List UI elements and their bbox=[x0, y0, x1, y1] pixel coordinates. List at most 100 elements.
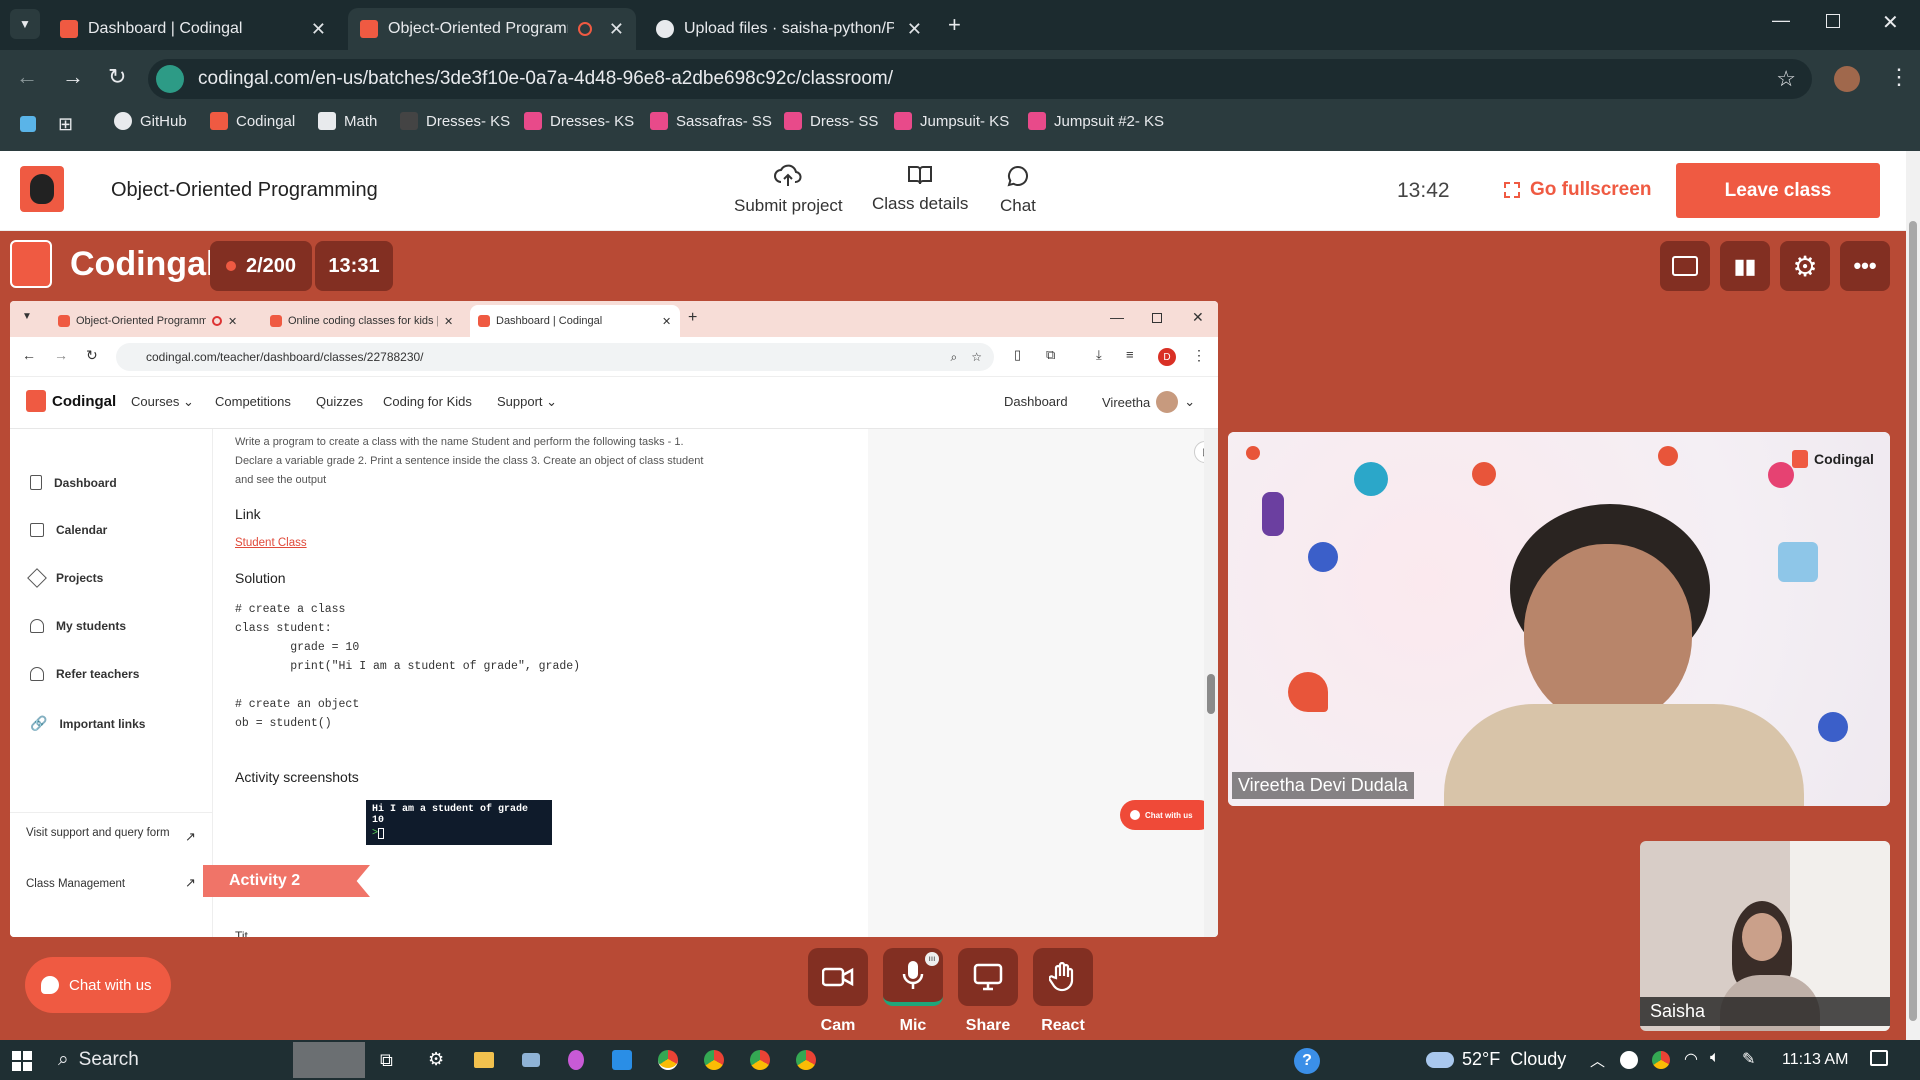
bookmark-github[interactable]: GitHub bbox=[114, 112, 187, 130]
sidebar-item-projects[interactable]: Projects bbox=[27, 568, 103, 588]
tab-list-dropdown[interactable]: ▼ bbox=[10, 9, 40, 39]
bookmark-dresses-ks-2[interactable]: Dresses- KS bbox=[524, 112, 634, 130]
puzzle-icon[interactable]: ⧉ bbox=[1046, 347, 1055, 363]
grid-icon[interactable]: ⊞ bbox=[58, 114, 73, 135]
shared-tab-dashboard[interactable]: Dashboard | Codingal ✕ bbox=[470, 305, 680, 337]
forward-button[interactable]: → bbox=[54, 347, 68, 363]
chat-with-us-button[interactable]: Chat with us bbox=[25, 957, 171, 1013]
share-button[interactable] bbox=[958, 948, 1018, 1006]
shared-tab-oop[interactable]: Object-Oriented Programm ✕ bbox=[50, 305, 260, 337]
browser-menu-icon[interactable]: ⋮ bbox=[1888, 64, 1910, 90]
shared-address-bar[interactable]: codingal.com/teacher/dashboard/classes/2… bbox=[116, 343, 994, 371]
site-logo[interactable]: Codingal bbox=[26, 390, 116, 412]
bookmark-dresses-ks-1[interactable]: Dresses- KS bbox=[400, 112, 510, 130]
minimize-window-button[interactable]: — bbox=[1110, 309, 1124, 325]
shared-tab-online-classes[interactable]: Online coding classes for kids | ✕ bbox=[262, 305, 467, 337]
restore-window-button[interactable] bbox=[1826, 14, 1840, 28]
bookmark-dress-ss[interactable]: Dress- SS bbox=[784, 112, 878, 130]
scrollbar-thumb[interactable] bbox=[1909, 221, 1917, 1021]
zoom-icon[interactable]: ⌕ bbox=[951, 350, 958, 365]
cam-button[interactable] bbox=[808, 948, 868, 1006]
nav-competitions[interactable]: Competitions bbox=[215, 394, 291, 409]
forward-button[interactable]: → bbox=[62, 64, 84, 90]
submit-project-button[interactable]: Submit project bbox=[734, 164, 843, 216]
wifi-icon[interactable]: ◠ bbox=[1684, 1049, 1698, 1069]
extensions-icon[interactable]: ▯ bbox=[1014, 347, 1021, 363]
browser-tab-active[interactable]: Object-Oriented Programm ✕ bbox=[348, 8, 636, 50]
profile-avatar[interactable] bbox=[1834, 66, 1860, 92]
vscode-icon[interactable] bbox=[612, 1050, 632, 1070]
address-bar[interactable]: codingal.com/en-us/batches/3de3f10e-0a7a… bbox=[148, 59, 1812, 99]
leave-class-button[interactable]: Leave class bbox=[1676, 163, 1880, 218]
taskbar-thumbnail[interactable] bbox=[293, 1042, 365, 1078]
chat-button[interactable]: Chat bbox=[1000, 164, 1036, 216]
bookmark-jumpsuit-2-ks[interactable]: Jumpsuit #2- KS bbox=[1028, 112, 1164, 130]
student-class-link[interactable]: Student Class bbox=[235, 537, 307, 549]
react-button[interactable] bbox=[1033, 948, 1093, 1006]
camera-app-icon[interactable] bbox=[522, 1053, 540, 1067]
close-window-button[interactable]: ✕ bbox=[1192, 309, 1204, 326]
chrome-tray-icon[interactable] bbox=[1652, 1051, 1670, 1069]
bookmark-star-icon[interactable]: ☆ bbox=[1776, 66, 1796, 92]
download-icon[interactable]: ⤓ bbox=[1096, 347, 1102, 363]
go-fullscreen-button[interactable]: Go fullscreen bbox=[1504, 179, 1651, 201]
reload-button[interactable]: ↻ bbox=[108, 64, 126, 90]
external-link-icon[interactable]: ↗ bbox=[185, 829, 196, 845]
apps-icon[interactable] bbox=[20, 116, 36, 132]
nav-support[interactable]: Support ⌄ bbox=[497, 394, 557, 410]
nav-courses[interactable]: Courses ⌄ bbox=[131, 394, 194, 410]
back-button[interactable]: ← bbox=[22, 347, 36, 363]
profile-avatar[interactable]: D bbox=[1158, 348, 1176, 366]
bookmark-star-icon[interactable]: ☆ bbox=[971, 350, 982, 364]
tray-chevron-icon[interactable]: ︿ bbox=[1590, 1050, 1605, 1071]
sidebar-item-my-students[interactable]: My students bbox=[30, 619, 126, 633]
scrollbar-thumb[interactable] bbox=[1207, 674, 1215, 714]
media-icon[interactable]: ≡ bbox=[1126, 347, 1134, 362]
notification-icon[interactable] bbox=[1870, 1050, 1888, 1066]
browser-tab-github[interactable]: Upload files · saisha-python/Py ✕ bbox=[644, 8, 934, 50]
paint-app-icon[interactable] bbox=[568, 1050, 584, 1070]
volume-icon[interactable]: 🔈︎ bbox=[1710, 1049, 1720, 1067]
nav-coding-for-kids[interactable]: Coding for Kids bbox=[383, 394, 472, 409]
nav-dashboard[interactable]: Dashboard bbox=[1004, 394, 1068, 409]
close-tab-icon[interactable]: ✕ bbox=[907, 19, 922, 40]
pen-icon[interactable]: ✎ bbox=[1742, 1049, 1755, 1069]
external-link-icon[interactable]: ↗ bbox=[185, 875, 196, 891]
taskbar-search[interactable]: ⌕ Search bbox=[58, 1049, 139, 1071]
sidebar-item-calendar[interactable]: Calendar bbox=[30, 523, 107, 537]
bookmark-sassafras-ss[interactable]: Sassafras- SS bbox=[650, 112, 772, 130]
more-options-button[interactable]: ••• bbox=[1840, 241, 1890, 291]
site-info-icon[interactable] bbox=[156, 65, 184, 93]
help-icon[interactable]: ? bbox=[1294, 1048, 1320, 1074]
browser-tab-dashboard[interactable]: Dashboard | Codingal ✕ bbox=[48, 8, 338, 50]
chevron-down-icon[interactable]: ▼ bbox=[22, 311, 32, 322]
weather-widget[interactable]: 52°F Cloudy bbox=[1426, 1049, 1566, 1070]
page-scrollbar[interactable] bbox=[1906, 151, 1920, 1040]
class-details-button[interactable]: Class details bbox=[872, 164, 968, 214]
inner-scrollbar[interactable] bbox=[1204, 429, 1218, 937]
sidebar-item-refer-teachers[interactable]: Refer teachers bbox=[30, 667, 139, 681]
bookmark-jumpsuit-ks[interactable]: Jumpsuit- KS bbox=[894, 112, 1009, 130]
close-tab-icon[interactable]: ✕ bbox=[444, 315, 453, 328]
chrome-icon[interactable] bbox=[704, 1050, 724, 1070]
bookmark-codingal[interactable]: Codingal bbox=[210, 112, 295, 130]
nav-user-menu[interactable]: Vireetha ⌄ bbox=[1102, 391, 1195, 413]
close-tab-icon[interactable]: ✕ bbox=[311, 19, 326, 40]
picture-in-picture-button[interactable] bbox=[1660, 241, 1710, 291]
browser-menu-icon[interactable]: ⋮ bbox=[1192, 347, 1206, 364]
sidebar-item-important-links[interactable]: 🔗 Important links bbox=[30, 715, 145, 732]
chrome-icon[interactable] bbox=[750, 1050, 770, 1070]
close-tab-icon[interactable]: ✕ bbox=[609, 19, 624, 40]
chrome-icon[interactable] bbox=[796, 1050, 816, 1070]
close-tab-icon[interactable]: ✕ bbox=[228, 315, 237, 328]
settings-app-icon[interactable]: ⚙ bbox=[428, 1049, 444, 1070]
settings-button[interactable]: ⚙ bbox=[1780, 241, 1830, 291]
bookmark-math[interactable]: Math bbox=[318, 112, 377, 130]
chat-with-us-inner-button[interactable]: Chat with us bbox=[1120, 800, 1214, 830]
class-management-link[interactable]: Class Management bbox=[26, 878, 125, 890]
grammarly-icon[interactable] bbox=[1620, 1051, 1638, 1069]
windows-start-icon[interactable] bbox=[12, 1051, 32, 1071]
new-tab-button[interactable]: + bbox=[948, 12, 961, 38]
restore-window-button[interactable] bbox=[1152, 313, 1162, 323]
sidebar-item-dashboard[interactable]: Dashboard bbox=[30, 475, 117, 490]
